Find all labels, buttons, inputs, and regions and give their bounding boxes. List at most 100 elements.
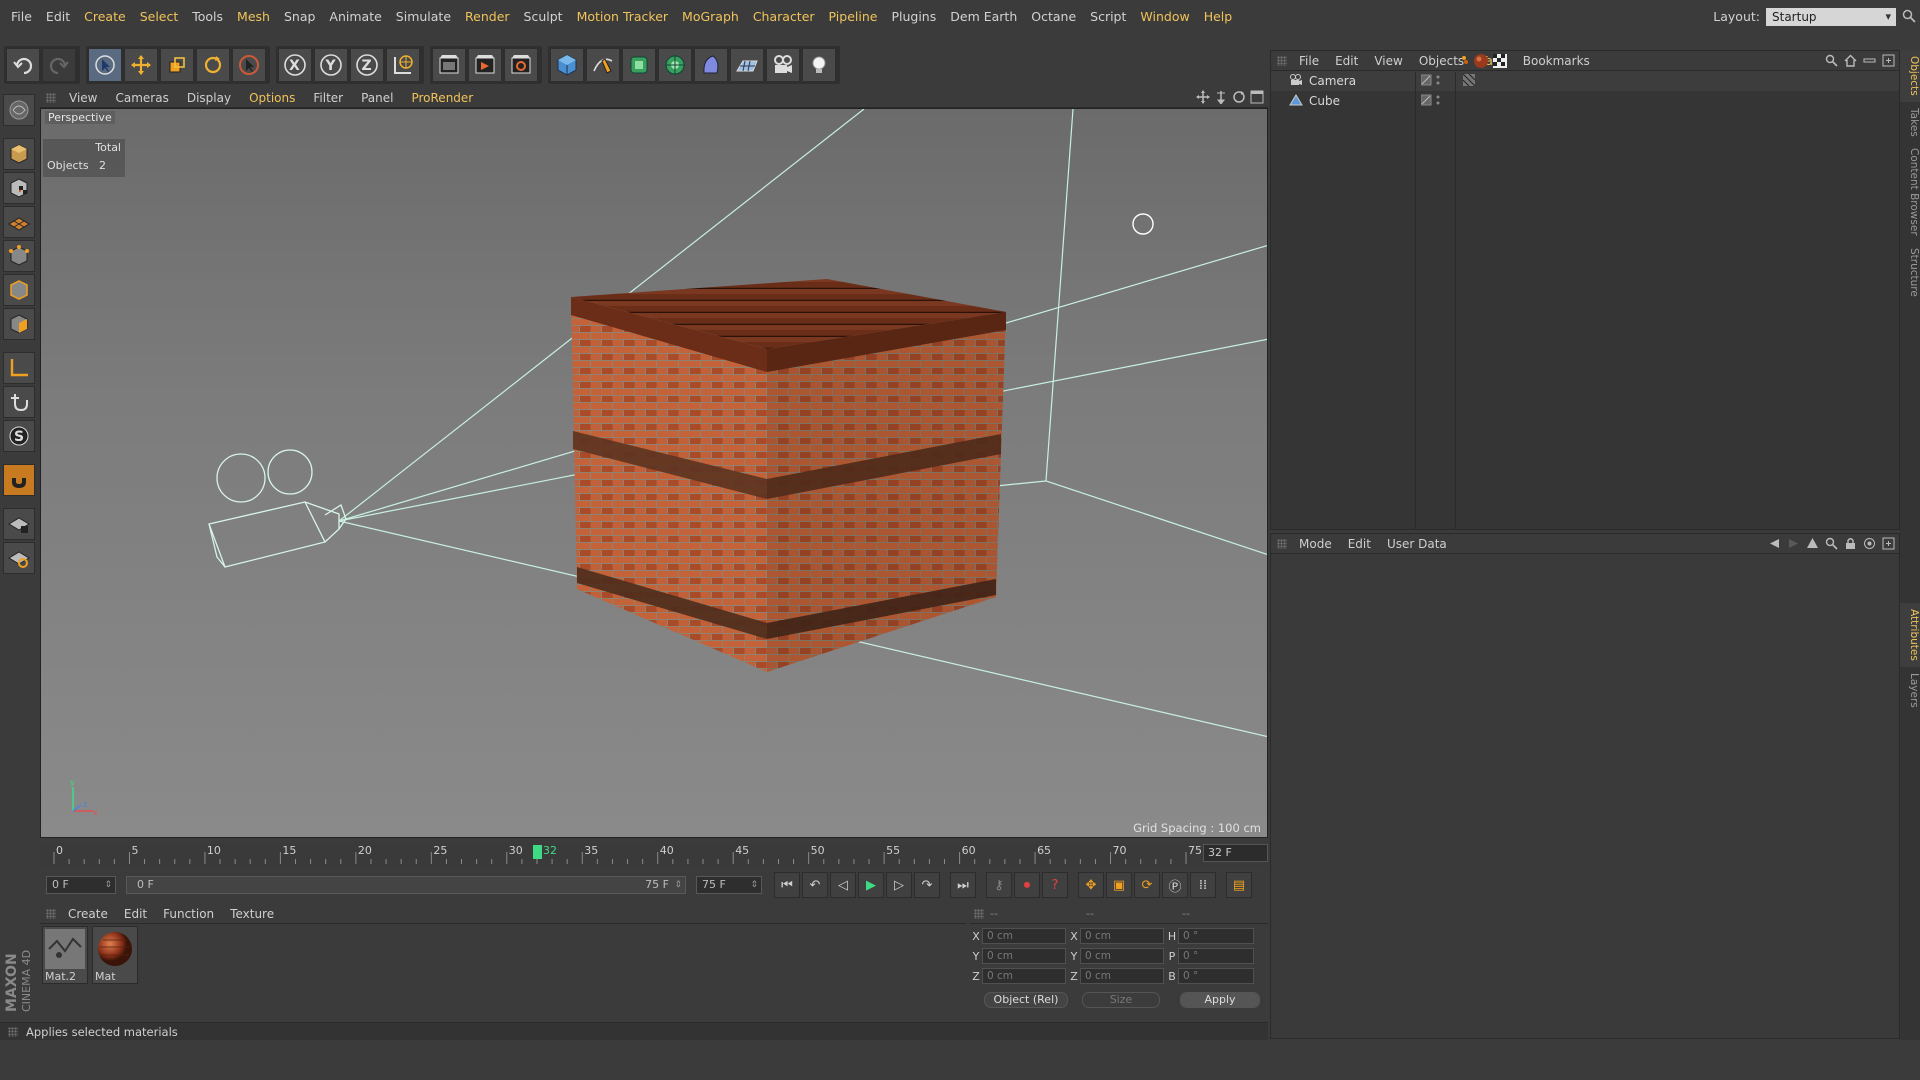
autokeying-icon[interactable]: ? [1042, 872, 1068, 898]
rotate-icon[interactable] [196, 48, 230, 82]
preview-range-slider[interactable]: 0 F 75 F [126, 876, 686, 894]
z-axis-icon[interactable]: Z [350, 48, 384, 82]
solo-mode-icon[interactable]: S [3, 420, 35, 452]
previous-key-icon[interactable]: ↶ [802, 872, 828, 898]
vp-menu-filter[interactable]: Filter [304, 91, 352, 105]
play-icon[interactable]: ▶ [858, 872, 884, 898]
key-parameter-icon[interactable]: Ⓟ [1162, 872, 1188, 898]
menu-select[interactable]: Select [133, 0, 186, 33]
material-tag-icon[interactable] [1473, 53, 1489, 72]
render-settings-icon[interactable] [504, 48, 538, 82]
end-frame-field[interactable]: 75 F [696, 876, 762, 894]
protection-tag-icon[interactable] [1462, 73, 1476, 89]
vp-menu-display[interactable]: Display [178, 91, 240, 105]
size-z-field[interactable]: 0 cm [1080, 968, 1164, 984]
menu-sculpt[interactable]: Sculpt [517, 0, 570, 33]
minimize-icon[interactable] [1863, 54, 1876, 70]
om-menu-view[interactable]: View [1366, 54, 1410, 68]
select-arrow-icon[interactable] [88, 48, 122, 82]
phong-tag-icon[interactable] [1461, 54, 1469, 69]
menu-simulate[interactable]: Simulate [389, 0, 458, 33]
menu-motion-tracker[interactable]: Motion Tracker [570, 0, 675, 33]
menu-help[interactable]: Help [1197, 0, 1240, 33]
material-item[interactable]: Mat.2 [42, 926, 88, 984]
render-view-icon[interactable] [432, 48, 466, 82]
rotation-p-field[interactable]: 0 ° [1178, 948, 1254, 964]
object-mode-icon[interactable] [3, 138, 35, 170]
key-rotation-icon[interactable]: ⟳ [1134, 872, 1160, 898]
panel-grip-icon[interactable] [1277, 55, 1287, 66]
vp-maximize-icon[interactable] [1250, 90, 1264, 107]
tab-takes[interactable]: Takes [1900, 102, 1920, 143]
panel-grip-icon[interactable] [46, 92, 56, 103]
camera-icon[interactable] [766, 48, 800, 82]
rotation-b-field[interactable]: 0 ° [1178, 968, 1254, 984]
move-icon[interactable] [124, 48, 158, 82]
am-menu-mode[interactable]: Mode [1291, 537, 1340, 551]
polygons-mode-icon[interactable] [3, 308, 35, 340]
key-pla-icon[interactable]: ⁞⁞ [1190, 872, 1216, 898]
am-menu-user-data[interactable]: User Data [1379, 537, 1455, 551]
texture-mode-icon[interactable] [3, 172, 35, 204]
live-select-icon[interactable] [232, 48, 266, 82]
menu-file[interactable]: File [4, 0, 39, 33]
previous-frame-icon[interactable]: ◁ [830, 872, 856, 898]
pen-spline-icon[interactable] [586, 48, 620, 82]
mat-menu-texture[interactable]: Texture [222, 907, 282, 921]
menu-snap[interactable]: Snap [277, 0, 322, 33]
tab-attributes[interactable]: Attributes [1900, 602, 1920, 667]
key-position-icon[interactable]: ✥ [1078, 872, 1104, 898]
panel-grip-icon[interactable] [46, 908, 56, 919]
tab-content-browser[interactable]: Content Browser [1900, 142, 1920, 242]
forward-arrow-icon[interactable] [1787, 537, 1800, 553]
current-frame-field[interactable]: 32 F [1203, 844, 1268, 862]
floor-icon[interactable] [730, 48, 764, 82]
layer-visibility-icon[interactable] [1420, 74, 1447, 89]
planar-workplane-icon[interactable] [3, 542, 35, 574]
vp-rotate-icon[interactable] [1232, 90, 1246, 107]
axis-mode-icon[interactable] [3, 352, 35, 384]
tab-structure[interactable]: Structure [1900, 242, 1920, 303]
position-x-field[interactable]: 0 cm [982, 928, 1066, 944]
tab-layers[interactable]: Layers [1900, 667, 1920, 714]
mat-menu-function[interactable]: Function [155, 907, 222, 921]
points-mode-icon[interactable] [3, 240, 35, 272]
next-frame-icon[interactable]: ▷ [886, 872, 912, 898]
apply-button[interactable]: Apply [1180, 992, 1260, 1008]
menu-render[interactable]: Render [458, 0, 517, 33]
menu-window[interactable]: Window [1133, 0, 1196, 33]
model-mode-icon[interactable] [3, 94, 35, 126]
uvw-tag-icon[interactable] [1493, 54, 1507, 71]
layout-dropdown[interactable]: Startup [1766, 7, 1896, 26]
object-row-camera[interactable]: Camera [1271, 71, 1899, 91]
vp-menu-view[interactable]: View [60, 91, 106, 105]
menu-octane[interactable]: Octane [1024, 0, 1083, 33]
x-axis-icon[interactable]: X [278, 48, 312, 82]
timeline-ruler[interactable]: 0 5 10 15 20 25 30 35 40 45 50 55 60 65 70 75 32 [40, 844, 1268, 866]
vp-menu-cameras[interactable]: Cameras [106, 91, 177, 105]
keyframe-selection-icon[interactable]: ⚷ [986, 872, 1012, 898]
cloner-icon[interactable] [658, 48, 692, 82]
playhead[interactable] [533, 845, 543, 859]
menu-mesh[interactable]: Mesh [230, 0, 277, 33]
menu-pipeline[interactable]: Pipeline [822, 0, 885, 33]
back-arrow-icon[interactable] [1768, 537, 1781, 553]
camera-label[interactable]: Perspective [45, 111, 115, 124]
search-icon[interactable] [1825, 537, 1838, 553]
menu-plugins[interactable]: Plugins [884, 0, 943, 33]
y-axis-icon[interactable]: Y [314, 48, 348, 82]
mat-menu-edit[interactable]: Edit [116, 907, 155, 921]
layer-visibility-icon[interactable] [1420, 94, 1447, 109]
menu-character[interactable]: Character [746, 0, 822, 33]
lock-icon[interactable] [1844, 537, 1857, 553]
vp-menu-panel[interactable]: Panel [352, 91, 402, 105]
vp-menu-prorender[interactable]: ProRender [402, 91, 482, 105]
menu-tools[interactable]: Tools [185, 0, 230, 33]
object-row-cube[interactable]: Cube [1271, 54, 1899, 111]
go-to-end-icon[interactable]: ⏭ [950, 872, 976, 898]
timeline-window-icon[interactable]: ▤ [1226, 872, 1252, 898]
vp-zoom-icon[interactable] [1214, 90, 1228, 107]
search-icon[interactable] [1902, 9, 1916, 26]
render-picture-viewer-icon[interactable] [468, 48, 502, 82]
next-key-icon[interactable]: ↷ [914, 872, 940, 898]
